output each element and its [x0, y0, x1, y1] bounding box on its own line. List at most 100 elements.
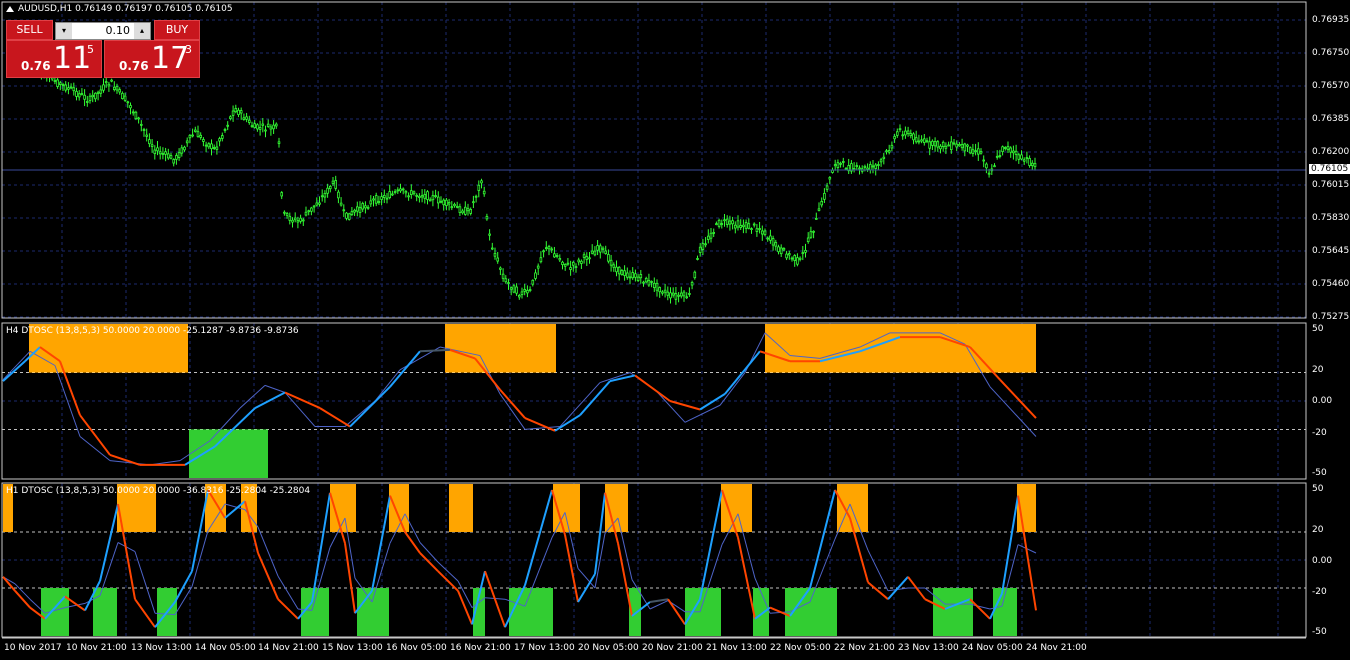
candle-body — [139, 123, 143, 126]
time-tick: 20 Nov 05:00 — [578, 643, 639, 653]
candle-body — [436, 196, 440, 204]
candle-body — [788, 253, 791, 256]
candle-body — [326, 187, 329, 194]
buy-quote-button[interactable]: 0.76 17 3 — [104, 40, 200, 78]
oversold-zone — [357, 588, 389, 636]
candle-body — [674, 293, 678, 300]
candle-body — [193, 129, 197, 132]
lot-size-value[interactable]: 0.10 — [74, 23, 131, 39]
buy-price-sup: 3 — [185, 43, 192, 56]
candle-body — [977, 148, 980, 155]
candle-body — [931, 140, 934, 146]
candle-body — [434, 195, 437, 197]
dtosc-line — [389, 350, 421, 388]
candle-body — [933, 141, 937, 147]
candle-body — [928, 141, 931, 149]
candle-body — [596, 245, 599, 251]
candle-body — [715, 223, 718, 226]
candle-body — [804, 250, 807, 253]
candle-body — [342, 209, 346, 212]
overbought-zone — [445, 324, 556, 373]
candle-body — [609, 259, 613, 266]
candle-body — [158, 151, 162, 155]
candle-body — [53, 79, 57, 82]
candle-body — [709, 232, 713, 239]
price-tick: 0.76570 — [1312, 81, 1350, 91]
chevron-up-icon[interactable]: ▴ — [134, 23, 150, 39]
candle-body — [161, 153, 165, 155]
candle-body — [806, 237, 810, 243]
sell-price-sup: 5 — [87, 43, 94, 56]
candle-body — [242, 117, 246, 120]
buy-price-big: 17 — [151, 41, 190, 76]
candle-body — [409, 190, 413, 195]
candle-body — [833, 164, 837, 167]
candle-body — [893, 136, 896, 140]
candle-body — [685, 296, 688, 299]
dtosc-line — [564, 534, 579, 603]
candle-body — [987, 172, 991, 175]
time-tick: 14 Nov 21:00 — [258, 643, 319, 653]
candle-body — [364, 205, 367, 209]
h4-tick: 50 — [1312, 324, 1324, 334]
chevron-down-icon[interactable]: ▾ — [56, 23, 72, 39]
candle-body — [1028, 158, 1031, 166]
candle-body — [545, 247, 548, 250]
candle-body — [169, 155, 173, 159]
h1-tick: 0.00 — [1312, 556, 1333, 566]
candle-body — [658, 287, 661, 293]
candle-body — [280, 192, 283, 197]
lot-size-stepper[interactable]: ▾ 0.10 ▴ — [55, 22, 151, 40]
candle-body — [944, 145, 948, 149]
candle-body — [566, 262, 570, 265]
candle-body — [107, 83, 111, 87]
time-tick: 22 Nov 21:00 — [834, 643, 895, 653]
candle-body — [77, 93, 81, 98]
candle-body — [218, 138, 221, 142]
candle-body — [974, 150, 977, 153]
candle-body — [871, 165, 875, 168]
candle-body — [110, 79, 113, 82]
candle-body — [520, 291, 524, 295]
dtosc-line — [2, 576, 16, 592]
dtosc-line — [371, 495, 391, 591]
candle-body — [968, 147, 972, 154]
candle-body — [472, 201, 475, 204]
candle-body — [439, 200, 443, 203]
candle-body — [331, 180, 335, 184]
candle-body — [391, 193, 394, 196]
candle-body — [955, 143, 958, 148]
candle-body — [650, 281, 653, 283]
candle-body — [882, 156, 886, 159]
candle-body — [909, 133, 913, 137]
candle-body — [712, 232, 715, 234]
candle-body — [1031, 162, 1034, 167]
candle-body — [86, 101, 89, 103]
candle-body — [750, 228, 753, 231]
candle-body — [113, 86, 116, 90]
candle-body — [680, 292, 683, 297]
buy-button[interactable]: BUY — [154, 20, 200, 40]
sell-button[interactable]: SELL — [6, 20, 53, 40]
time-tick: 24 Nov 21:00 — [1026, 643, 1087, 653]
price-tick: 0.76385 — [1312, 114, 1350, 124]
candle-body — [874, 164, 877, 169]
candle-body — [69, 86, 73, 89]
candle-body — [172, 159, 176, 164]
candle-body — [420, 195, 424, 198]
signal-line — [264, 384, 286, 393]
candle-body — [256, 124, 259, 130]
signal-line — [174, 586, 193, 615]
candle-body — [901, 134, 904, 137]
candle-body — [885, 150, 888, 153]
sell-quote-button[interactable]: 0.76 11 5 — [6, 40, 102, 78]
oversold-zone — [933, 588, 973, 636]
candle-body — [355, 206, 359, 212]
panel-frame — [1, 482, 1307, 638]
candle-body — [1020, 154, 1023, 160]
time-tick: 16 Nov 21:00 — [450, 643, 511, 653]
signal-line — [719, 372, 746, 406]
candle-body — [104, 81, 108, 84]
candle-body — [636, 276, 640, 281]
signal-line — [257, 526, 279, 577]
